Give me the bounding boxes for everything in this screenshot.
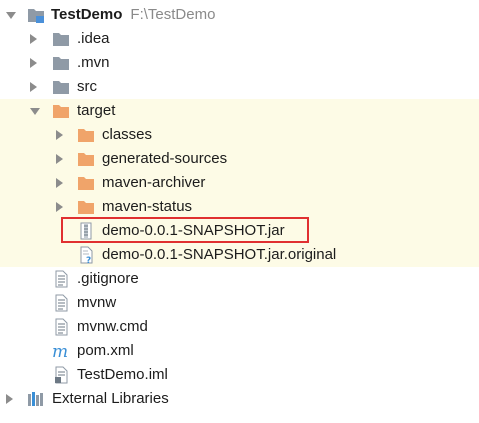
chevron-down-icon[interactable]	[30, 108, 40, 115]
tree-item-label: TestDemo.iml	[77, 366, 168, 383]
tree-item-label: mvnw.cmd	[77, 318, 148, 335]
tree-item-maven-archiver[interactable]: maven-archiver	[0, 171, 479, 195]
maven-icon: m	[52, 342, 68, 360]
tree-item-idea[interactable]: .idea	[0, 27, 479, 51]
tree-item-label: src	[77, 78, 97, 95]
tree-item-label: .idea	[77, 30, 110, 47]
unknown-file-icon: ?	[80, 246, 93, 264]
module-folder-icon	[28, 9, 44, 23]
module-file-icon	[55, 366, 68, 384]
tree-item-label: generated-sources	[102, 150, 228, 167]
chevron-right-icon[interactable]	[56, 202, 63, 212]
text-file-icon	[55, 318, 68, 336]
folder-icon	[53, 81, 69, 94]
tree-item-label: .mvn	[77, 54, 110, 71]
tree-item-external-libraries[interactable]: External Libraries	[0, 387, 479, 411]
chevron-down-icon[interactable]	[6, 12, 16, 19]
chevron-right-icon[interactable]	[30, 58, 37, 68]
chevron-right-icon[interactable]	[56, 178, 63, 188]
tree-item-jar-original[interactable]: ? demo-0.0.1-SNAPSHOT.jar.original	[0, 243, 479, 267]
tree-item-maven-status[interactable]: maven-status	[0, 195, 479, 219]
svg-text:?: ?	[86, 256, 91, 264]
excluded-folder-icon	[53, 105, 69, 118]
project-tree: TestDemo F:\TestDemo .idea .mvn src targe…	[0, 0, 479, 423]
tree-item-mvnw[interactable]: mvnw	[0, 291, 479, 315]
tree-item-classes[interactable]: classes	[0, 123, 479, 147]
chevron-right-icon[interactable]	[30, 82, 37, 92]
tree-item-label: demo-0.0.1-SNAPSHOT.jar.original	[102, 246, 337, 263]
tree-item-mvnw-cmd[interactable]: mvnw.cmd	[0, 315, 479, 339]
tree-item-iml[interactable]: TestDemo.iml	[0, 363, 479, 387]
text-file-icon	[55, 294, 68, 312]
excluded-folder-icon	[78, 153, 94, 166]
project-path: F:\TestDemo	[130, 6, 216, 23]
chevron-right-icon[interactable]	[6, 394, 13, 404]
tree-item-label: target	[77, 102, 116, 119]
tree-item-label: mvnw	[77, 294, 117, 311]
project-name: TestDemo	[51, 6, 123, 23]
tree-item-project-root[interactable]: TestDemo F:\TestDemo	[0, 3, 479, 27]
tree-item-label: classes	[102, 126, 153, 143]
folder-icon	[53, 33, 69, 46]
chevron-right-icon[interactable]	[56, 130, 63, 140]
excluded-folder-icon	[78, 177, 94, 190]
tree-item-label: maven-archiver	[102, 174, 206, 191]
tree-item-label: External Libraries	[52, 390, 169, 407]
selection-highlight-box	[61, 217, 309, 243]
tree-item-label: maven-status	[102, 198, 193, 215]
tree-item-label: .gitignore	[77, 270, 139, 287]
tree-item-target[interactable]: target	[0, 99, 479, 123]
svg-text:m: m	[52, 342, 68, 360]
libraries-icon	[28, 392, 43, 406]
tree-item-gitignore[interactable]: .gitignore	[0, 267, 479, 291]
tree-item-generated-sources[interactable]: generated-sources	[0, 147, 479, 171]
chevron-right-icon[interactable]	[30, 34, 37, 44]
folder-icon	[53, 57, 69, 70]
tree-item-mvn[interactable]: .mvn	[0, 51, 479, 75]
tree-item-pom[interactable]: m pom.xml	[0, 339, 479, 363]
excluded-folder-icon	[78, 201, 94, 214]
tree-item-label: pom.xml	[77, 342, 134, 359]
text-file-icon	[55, 270, 68, 288]
chevron-right-icon[interactable]	[56, 154, 63, 164]
tree-item-src[interactable]: src	[0, 75, 479, 99]
excluded-folder-icon	[78, 129, 94, 142]
